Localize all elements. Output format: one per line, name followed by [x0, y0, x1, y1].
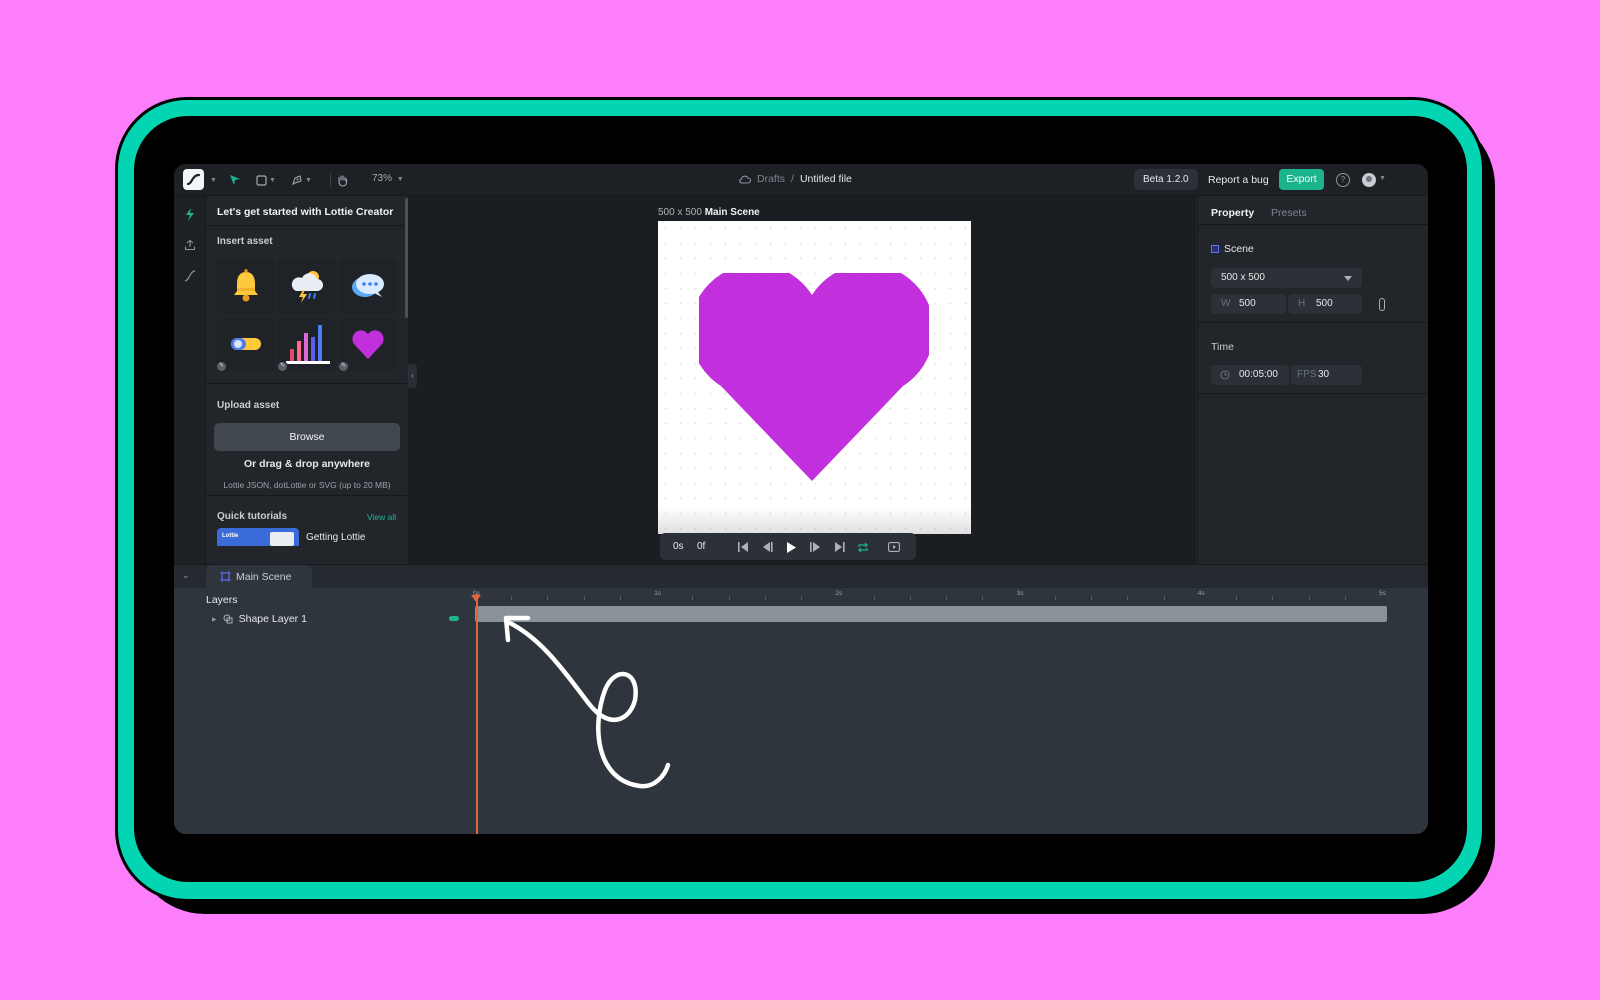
annotation-arrow-doodle [503, 615, 671, 789]
